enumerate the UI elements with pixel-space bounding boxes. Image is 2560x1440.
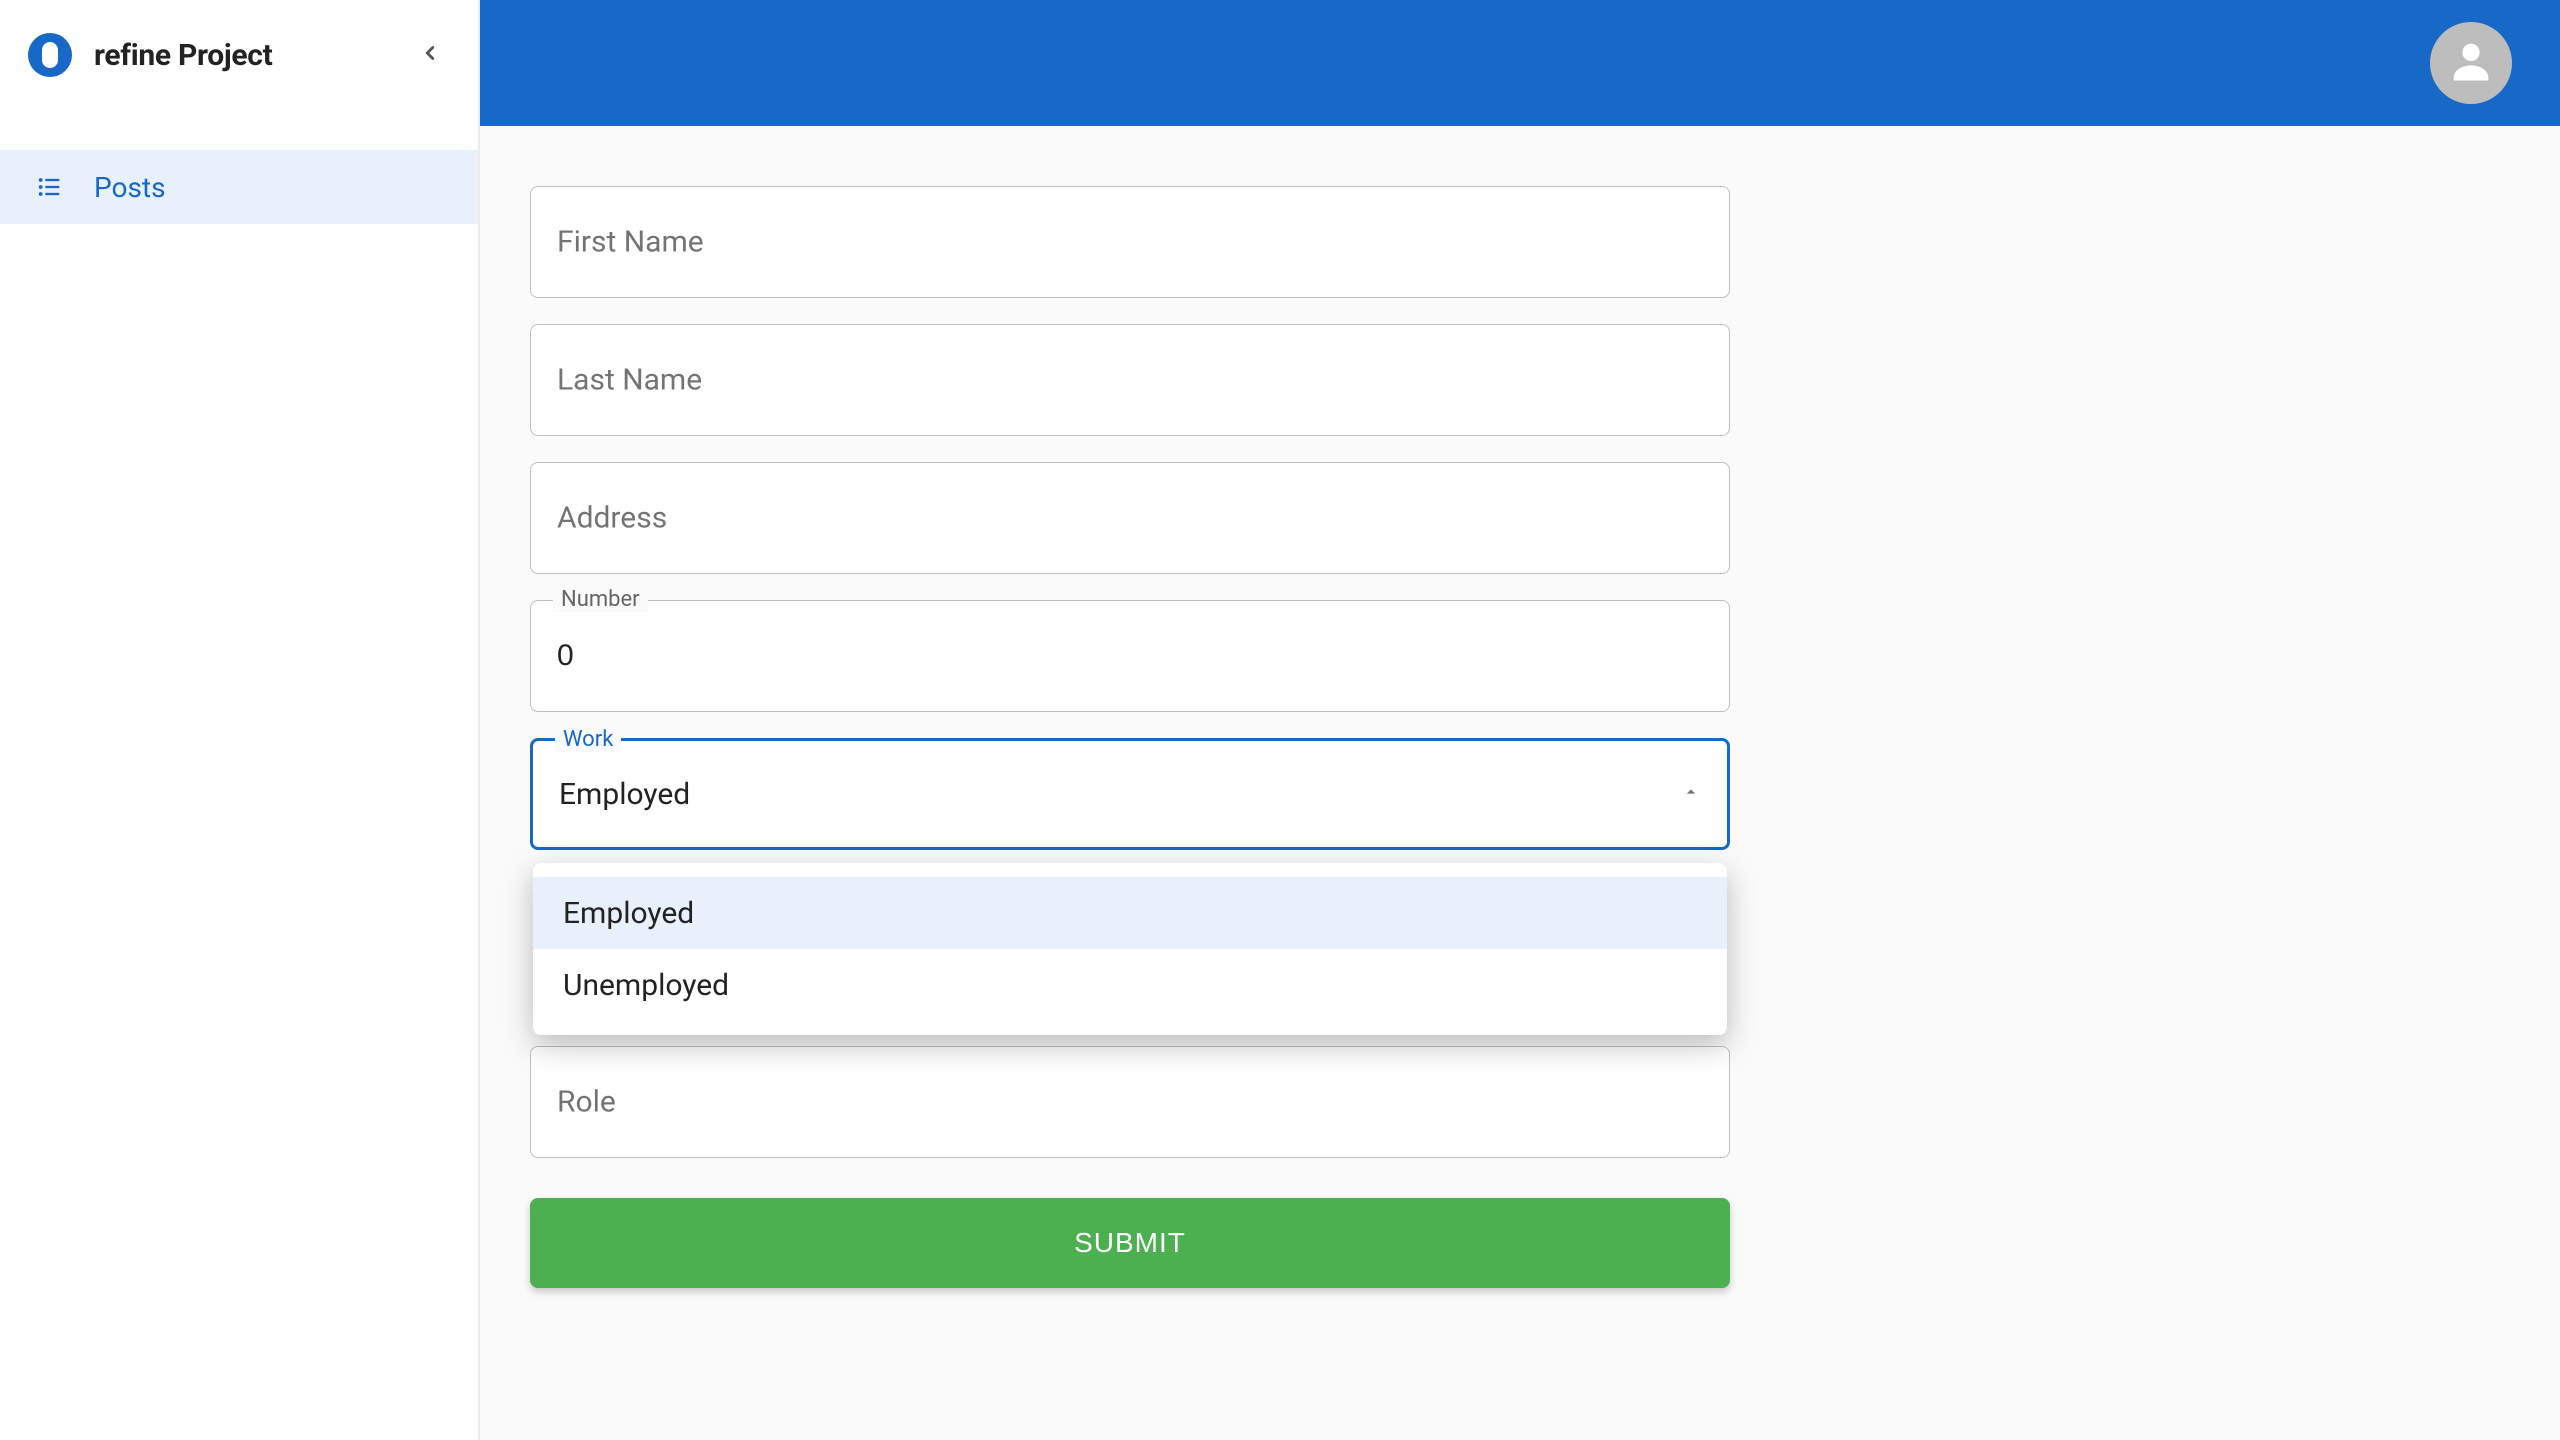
address-input[interactable]: [557, 501, 1703, 535]
number-label: Number: [553, 587, 648, 612]
sidebar-item-label: Posts: [94, 171, 166, 204]
work-option-unemployed[interactable]: Unemployed: [533, 949, 1727, 1021]
work-option-employed[interactable]: Employed: [533, 877, 1727, 949]
work-option-label: Unemployed: [563, 968, 729, 1003]
role-field[interactable]: Role: [530, 1046, 1730, 1158]
role-input[interactable]: [557, 1085, 1703, 1119]
main-content: First Name Last Name Address Number Work…: [480, 126, 2560, 1440]
chevron-left-icon: [419, 42, 441, 68]
sidebar-header: refine Project: [0, 0, 478, 110]
sidebar-collapse-button[interactable]: [410, 35, 450, 75]
form: First Name Last Name Address Number Work…: [530, 186, 1730, 1288]
last-name-input[interactable]: [557, 363, 1703, 397]
first-name-input[interactable]: [557, 225, 1703, 259]
sidebar-items: Posts: [0, 110, 478, 224]
project-title: refine Project: [94, 38, 272, 73]
number-input[interactable]: [557, 639, 1703, 673]
topbar: [480, 0, 2560, 126]
work-select[interactable]: Work Employed Employed Unemployed ⌖: [530, 738, 1730, 850]
number-field[interactable]: Number: [530, 600, 1730, 712]
refine-logo-icon: [28, 33, 72, 77]
submit-button[interactable]: SUBMIT: [530, 1198, 1730, 1288]
first-name-field[interactable]: First Name: [530, 186, 1730, 298]
person-icon: [2445, 35, 2497, 91]
user-avatar[interactable]: [2430, 22, 2512, 104]
sidebar: refine Project Posts: [0, 0, 480, 1440]
list-icon: [30, 173, 70, 201]
work-label: Work: [555, 727, 621, 752]
work-option-label: Employed: [563, 896, 694, 931]
caret-up-icon: [1681, 782, 1701, 806]
last-name-field[interactable]: Last Name: [530, 324, 1730, 436]
work-dropdown: Employed Unemployed: [533, 863, 1727, 1035]
work-select-value: Employed: [559, 777, 690, 812]
address-field[interactable]: Address: [530, 462, 1730, 574]
sidebar-item-posts[interactable]: Posts: [0, 150, 478, 224]
